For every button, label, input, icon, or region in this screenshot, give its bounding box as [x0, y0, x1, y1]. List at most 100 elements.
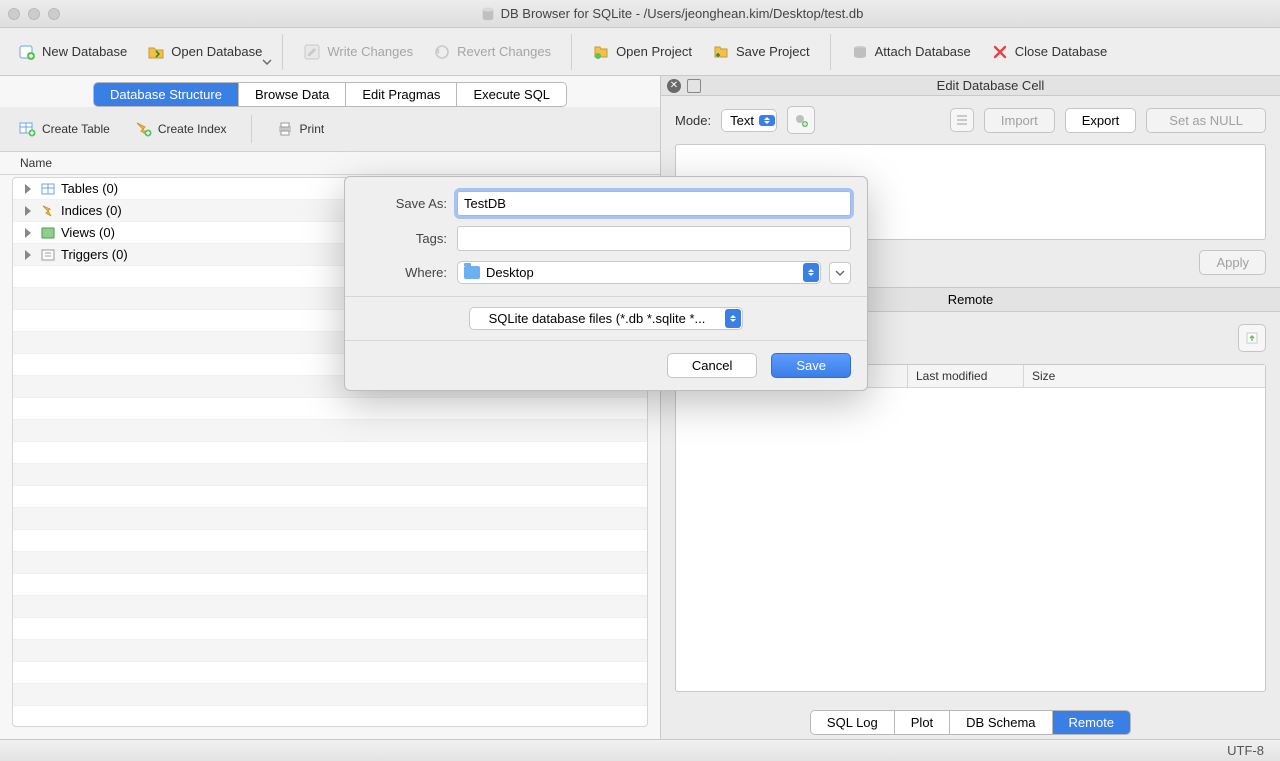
indent-button[interactable] [950, 108, 974, 132]
print-button[interactable]: Print [276, 120, 325, 138]
tree-column-name[interactable]: Name [0, 152, 660, 175]
open-db-icon [147, 43, 165, 61]
save-button[interactable]: Save [771, 353, 851, 378]
cancel-button[interactable]: Cancel [667, 353, 757, 378]
tab-plot[interactable]: Plot [895, 711, 950, 734]
create-table-icon [18, 120, 36, 138]
mode-select[interactable]: Text [721, 113, 777, 128]
open-database-button[interactable]: Open Database [137, 39, 272, 65]
tree-empty-row [13, 530, 647, 552]
where-label: Where: [361, 265, 447, 280]
cell-panel-header: ✕ Edit Database Cell [661, 76, 1280, 96]
where-select[interactable]: Desktop [457, 261, 821, 284]
col-size[interactable]: Size [1024, 365, 1265, 387]
select-arrows-icon [725, 309, 741, 328]
gear-plus-icon [793, 112, 809, 128]
tags-input[interactable] [457, 226, 851, 251]
remote-table: Name Commit Last modified Size [675, 364, 1266, 692]
remote-table-body[interactable] [676, 388, 1265, 691]
select-arrows-icon [803, 263, 819, 282]
open-database-dropdown-icon[interactable] [262, 57, 272, 67]
indent-icon [955, 113, 969, 127]
write-changes-button: Write Changes [293, 39, 423, 65]
folder-icon [464, 266, 480, 279]
tree-empty-row [13, 662, 647, 684]
disclosure-icon[interactable] [25, 250, 31, 260]
open-project-icon [592, 43, 610, 61]
window-title: DB Browser for SQLite - /Users/jeonghean… [501, 6, 864, 21]
export-button[interactable]: Export [1065, 108, 1137, 133]
tab-execute-sql[interactable]: Execute SQL [457, 83, 566, 106]
tree-empty-row [13, 552, 647, 574]
tree-empty-row [13, 508, 647, 530]
tree-empty-row [13, 486, 647, 508]
close-database-button[interactable]: Close Database [981, 39, 1118, 65]
disclosure-icon[interactable] [25, 228, 31, 238]
revert-changes-icon [433, 43, 451, 61]
tree-empty-row [13, 574, 647, 596]
save-dialog: Save As: Tags: Where: Desktop [344, 176, 868, 391]
close-window-icon[interactable] [8, 8, 20, 20]
upload-icon [1244, 330, 1260, 346]
trigger-icon [41, 248, 55, 262]
encoding-label: UTF-8 [1227, 743, 1264, 758]
view-tabs: Database Structure Browse Data Edit Prag… [93, 82, 567, 107]
index-icon [41, 204, 55, 218]
status-bar: UTF-8 [0, 739, 1280, 761]
zoom-window-icon[interactable] [48, 8, 60, 20]
tab-edit-pragmas[interactable]: Edit Pragmas [346, 83, 457, 106]
filetype-select[interactable]: SQLite database files (*.db *.sqlite *..… [469, 307, 743, 330]
bottom-tabs: SQL Log Plot DB Schema Remote [810, 710, 1131, 735]
create-index-button[interactable]: Create Index [134, 120, 227, 138]
view-icon [41, 226, 55, 240]
cell-format-button[interactable] [787, 106, 815, 134]
attach-database-button[interactable]: Attach Database [841, 39, 981, 65]
mode-label: Mode: [675, 113, 711, 128]
tags-label: Tags: [361, 231, 447, 246]
tab-remote[interactable]: Remote [1053, 711, 1131, 734]
toolbar-separator [282, 34, 283, 70]
panel-close-icon[interactable]: ✕ [667, 79, 681, 93]
disclosure-icon[interactable] [25, 206, 31, 216]
save-project-button[interactable]: Save Project [702, 39, 820, 65]
col-modified[interactable]: Last modified [908, 365, 1024, 387]
write-changes-icon [303, 43, 321, 61]
tab-browse-data[interactable]: Browse Data [239, 83, 346, 106]
panel-detach-icon[interactable] [687, 79, 701, 93]
tree-empty-row [13, 398, 647, 420]
database-icon [481, 7, 495, 21]
tree-empty-row [13, 640, 647, 662]
tab-database-structure[interactable]: Database Structure [94, 83, 239, 106]
import-button[interactable]: Import [984, 108, 1055, 133]
titlebar: DB Browser for SQLite - /Users/jeonghean… [0, 0, 1280, 28]
select-arrows-icon [759, 115, 775, 126]
toolbar-separator [571, 34, 572, 70]
tree-empty-row [13, 618, 647, 640]
saveas-input[interactable] [457, 191, 851, 216]
attach-db-icon [851, 43, 869, 61]
table-icon [41, 182, 55, 196]
structure-toolbar: Create Table Create Index Print [0, 107, 660, 152]
toolbar-separator [830, 34, 831, 70]
window-controls [8, 8, 60, 20]
toolbar-separator [251, 115, 252, 143]
tree-empty-row [13, 596, 647, 618]
create-index-icon [134, 120, 152, 138]
new-database-button[interactable]: New Database [8, 39, 137, 65]
remote-push-button[interactable] [1238, 324, 1266, 352]
create-table-button[interactable]: Create Table [18, 120, 110, 138]
tab-sql-log[interactable]: SQL Log [811, 711, 895, 734]
tab-db-schema[interactable]: DB Schema [950, 711, 1052, 734]
revert-changes-button: Revert Changes [423, 39, 561, 65]
open-project-button[interactable]: Open Project [582, 39, 702, 65]
set-null-button[interactable]: Set as NULL [1146, 108, 1266, 133]
disclosure-icon[interactable] [25, 184, 31, 194]
close-db-icon [991, 43, 1009, 61]
minimize-window-icon[interactable] [28, 8, 40, 20]
chevron-down-icon [835, 268, 845, 278]
tree-empty-row [13, 442, 647, 464]
apply-button[interactable]: Apply [1199, 250, 1266, 275]
expand-save-dialog-button[interactable] [829, 262, 851, 284]
print-icon [276, 120, 294, 138]
new-db-icon [18, 43, 36, 61]
